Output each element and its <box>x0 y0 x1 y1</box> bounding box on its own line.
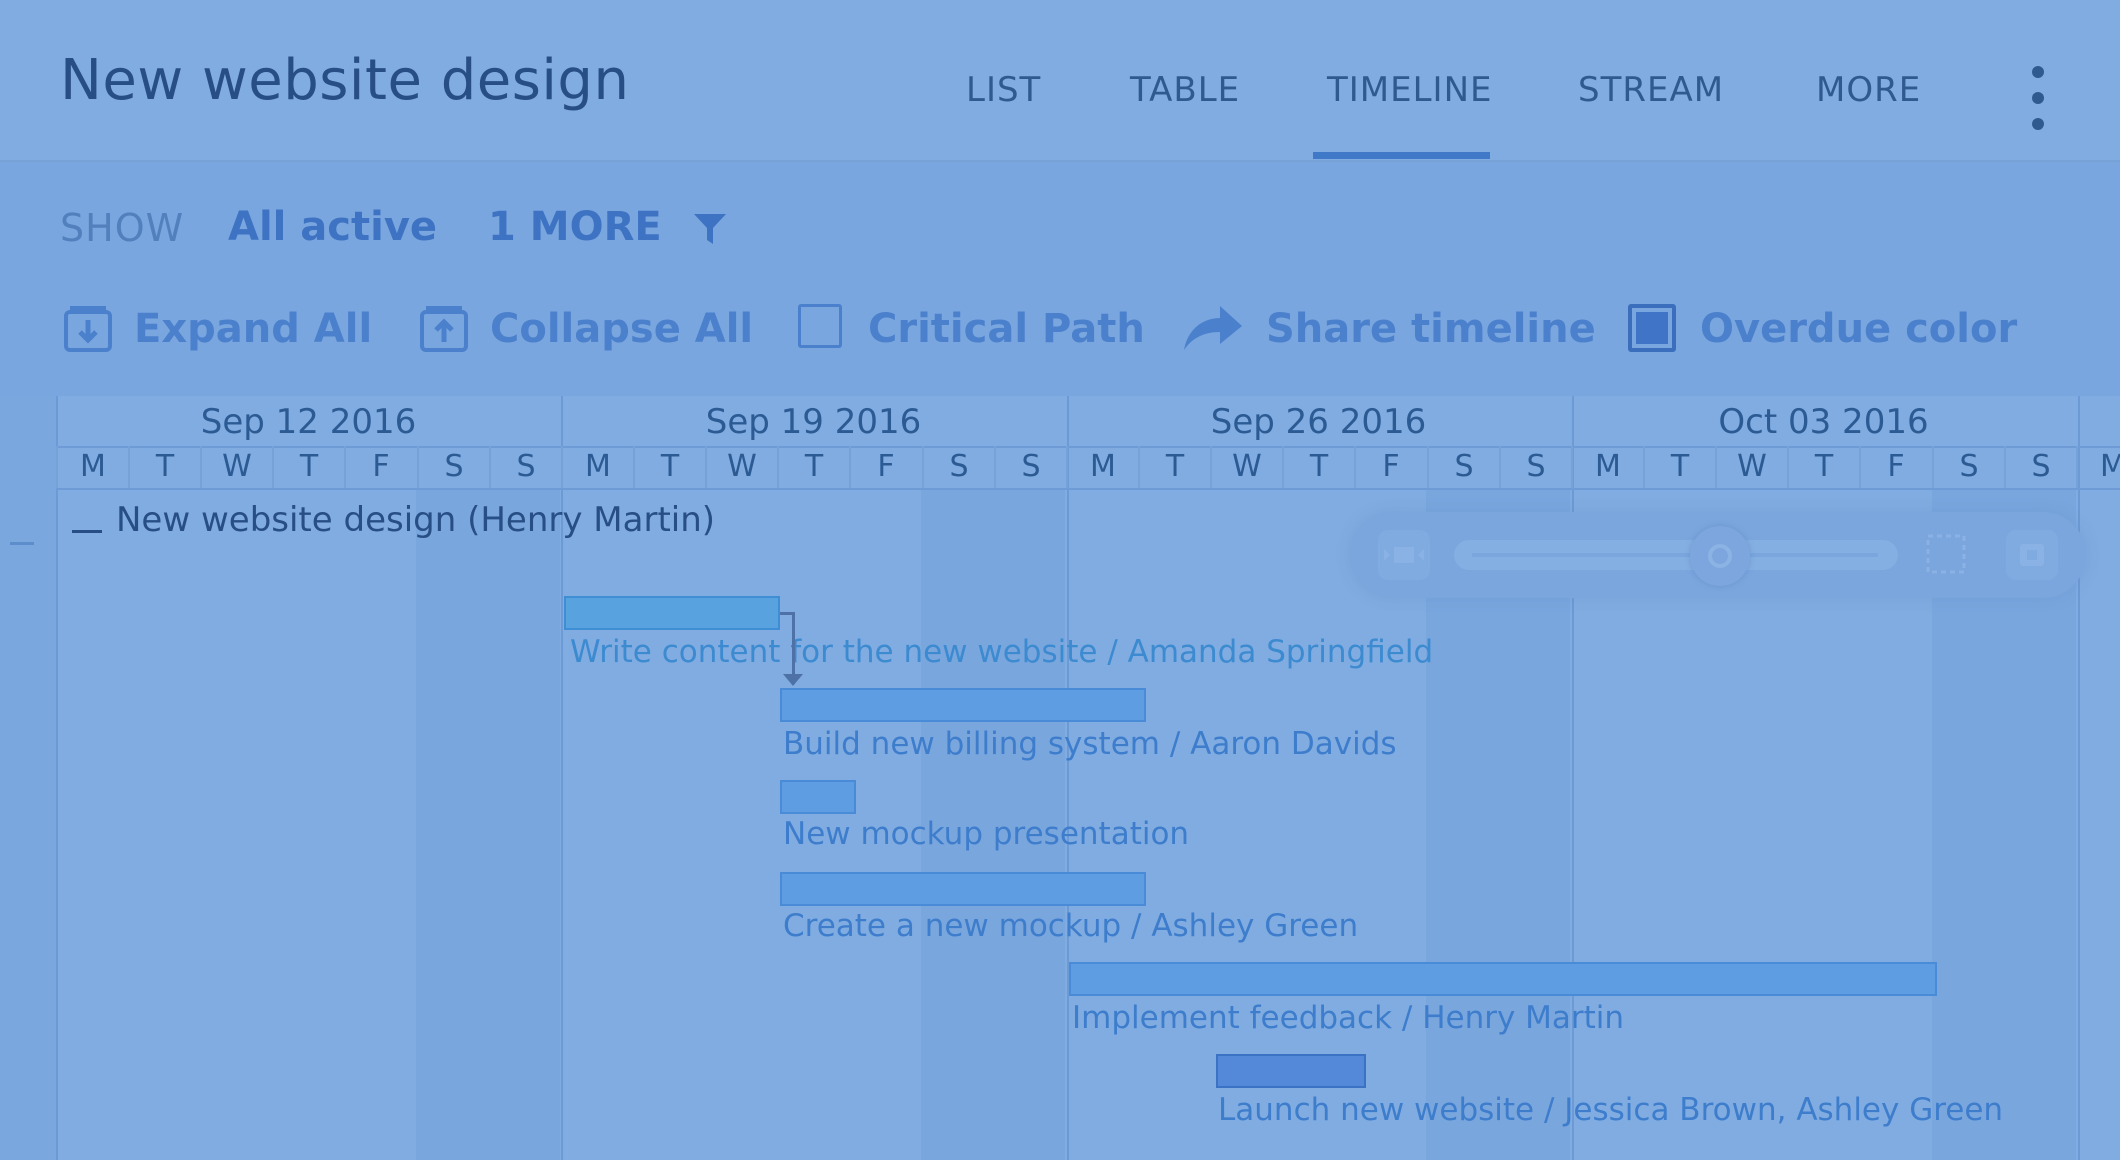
day-label: W <box>1715 446 1787 488</box>
day-label: S <box>1932 446 2004 488</box>
filter-icon[interactable] <box>690 210 730 248</box>
overdue-color-label: Overdue color <box>1700 306 2018 352</box>
day-label: T <box>633 446 705 488</box>
fit-view-button[interactable] <box>1378 530 1430 580</box>
task-label[interactable]: Create a new mockup / Ashley Green <box>783 908 1358 944</box>
day-label: M <box>561 446 633 488</box>
dependency-arrow-icon <box>783 674 803 686</box>
timeline-chart: Sep 12 2016 Sep 19 2016 Sep 26 2016 Oct … <box>0 396 2120 1160</box>
toolbar-area <box>0 162 2120 396</box>
share-timeline-button[interactable]: Share timeline <box>1182 300 1596 360</box>
day-label: T <box>1138 446 1210 488</box>
day-label: S <box>922 446 994 488</box>
task-bar-implement-feedback[interactable] <box>1069 962 1937 996</box>
day-label: M <box>56 446 128 488</box>
task-bar-mockup-presentation[interactable] <box>780 780 856 814</box>
page-title: New website design <box>60 48 630 113</box>
day-label: W <box>200 446 272 488</box>
week-label: Sep 19 2016 <box>705 402 922 442</box>
day-label: S <box>2004 446 2076 488</box>
weekend-shade <box>416 488 560 1160</box>
fit-view-icon <box>1384 547 1424 563</box>
dependency-line <box>792 612 795 676</box>
tab-table[interactable]: TABLE <box>1130 70 1240 110</box>
critical-path-toggle[interactable]: Critical Path <box>798 300 1145 360</box>
gutter-collapse-icon[interactable] <box>10 542 34 545</box>
day-label: F <box>849 446 921 488</box>
day-label: W <box>705 446 777 488</box>
share-icon <box>1184 306 1242 350</box>
day-label: F <box>344 446 416 488</box>
day-label: T <box>1787 446 1859 488</box>
day-label: M <box>1066 446 1138 488</box>
day-label: S <box>489 446 561 488</box>
day-label: T <box>272 446 344 488</box>
week-header-row: Sep 12 2016 Sep 19 2016 Sep 26 2016 Oct … <box>56 396 2120 448</box>
tab-list[interactable]: LIST <box>966 70 1041 110</box>
project-row-label[interactable]: New website design (Henry Martin) <box>116 500 715 540</box>
day-label: S <box>1427 446 1499 488</box>
task-bar-launch[interactable] <box>1216 1054 1366 1088</box>
day-label: T <box>1643 446 1715 488</box>
status-filter[interactable]: All active <box>228 204 437 250</box>
week-label: Oct 03 2016 <box>1718 402 1929 442</box>
kebab-menu-icon[interactable] <box>2024 64 2052 134</box>
day-label: S <box>1499 446 1571 488</box>
task-bar-write-content[interactable] <box>564 596 780 630</box>
day-label: M <box>1571 446 1643 488</box>
collapse-all-button[interactable]: Collapse All <box>418 300 753 360</box>
day-label: F <box>1354 446 1426 488</box>
task-label[interactable]: Build new billing system / Aaron Davids <box>783 726 1397 762</box>
critical-path-label: Critical Path <box>868 306 1145 352</box>
day-label: S <box>417 446 489 488</box>
day-label: S <box>994 446 1066 488</box>
day-header-row: M T W T F S S M T W T F S S M T W T F S … <box>56 446 2120 490</box>
header-bar: New website design LIST TABLE TIMELINE S… <box>0 0 2120 162</box>
expand-all-button[interactable]: Expand All <box>62 300 372 360</box>
zoom-control <box>1350 512 2086 598</box>
tab-more[interactable]: MORE <box>1816 70 1921 110</box>
select-area-icon <box>1926 534 1966 574</box>
day-label: M <box>2076 446 2120 488</box>
expand-all-label: Expand All <box>134 306 373 352</box>
week-label: Sep 12 2016 <box>200 402 417 442</box>
task-bar-billing[interactable] <box>780 688 1146 722</box>
task-label[interactable]: Write content for the new website / Aman… <box>570 634 1433 670</box>
overdue-color-toggle[interactable]: Overdue color <box>1628 300 2017 360</box>
day-label: W <box>1210 446 1282 488</box>
day-label: T <box>128 446 200 488</box>
select-area-button[interactable] <box>1920 530 1972 580</box>
expand-all-icon <box>64 306 112 352</box>
week-divider <box>56 396 58 1160</box>
timeline-gutter <box>0 396 58 1160</box>
day-label: T <box>777 446 849 488</box>
zoom-slider-thumb[interactable] <box>1690 526 1750 586</box>
day-label: T <box>1282 446 1354 488</box>
show-label: SHOW <box>60 206 185 250</box>
week-divider <box>2078 396 2080 1160</box>
week-divider <box>1067 396 1069 1160</box>
task-label[interactable]: Launch new website / Jessica Brown, Ashl… <box>1218 1092 2003 1128</box>
project-collapse-icon[interactable] <box>72 530 102 533</box>
collapse-all-icon <box>420 306 468 352</box>
camera-icon <box>2020 544 2044 566</box>
more-filters[interactable]: 1 MORE <box>488 204 662 250</box>
tab-stream[interactable]: STREAM <box>1578 70 1724 110</box>
tab-timeline[interactable]: TIMELINE <box>1327 70 1493 110</box>
active-tab-indicator <box>1313 152 1490 159</box>
day-label: F <box>1859 446 1931 488</box>
critical-path-checkbox[interactable] <box>798 304 842 348</box>
screenshot-button[interactable] <box>2006 530 2058 580</box>
week-divider <box>1572 396 1574 1160</box>
overdue-color-checkbox[interactable] <box>1628 304 1676 352</box>
task-label[interactable]: Implement feedback / Henry Martin <box>1072 1000 1624 1036</box>
week-label: Sep 26 2016 <box>1210 402 1427 442</box>
task-bar-create-mockup[interactable] <box>780 872 1146 906</box>
task-label[interactable]: New mockup presentation <box>783 816 1189 852</box>
zoom-slider-line <box>1472 553 1878 557</box>
collapse-all-label: Collapse All <box>490 306 754 352</box>
share-timeline-label: Share timeline <box>1266 306 1596 352</box>
